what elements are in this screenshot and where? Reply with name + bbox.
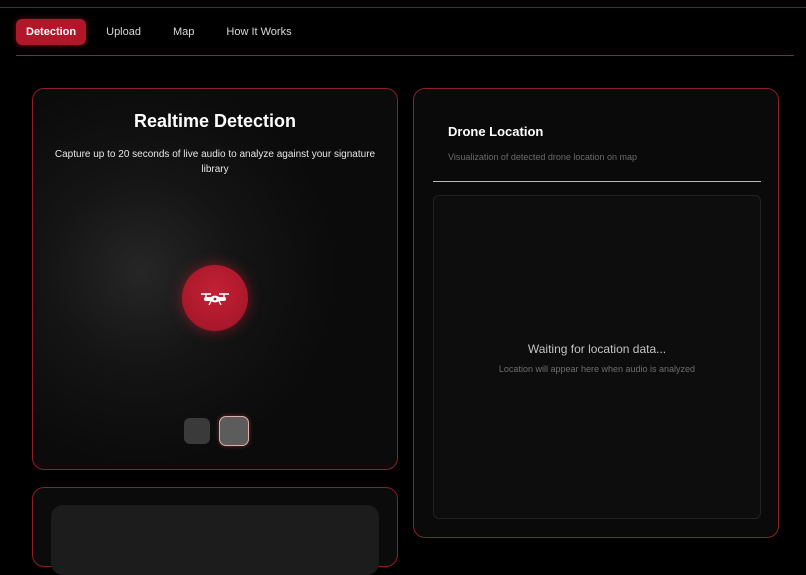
nav-divider	[16, 55, 794, 56]
map-hint-text: Location will appear here when audio is …	[498, 364, 696, 374]
map-divider	[433, 181, 761, 182]
stop-button[interactable]	[184, 418, 210, 444]
map-view[interactable]: Waiting for location data... Location wi…	[433, 195, 761, 519]
realtime-detection-card: Realtime Detection Capture up to 20 seco…	[32, 88, 398, 470]
nav-tab-map[interactable]: Map	[157, 19, 210, 45]
drone-icon	[201, 293, 229, 306]
map-subtitle: Visualization of detected drone location…	[448, 152, 637, 162]
detection-title: Realtime Detection	[133, 111, 297, 131]
nav-tab-detection[interactable]: Detection	[16, 19, 87, 45]
main-nav: Detection Upload Map How It Works	[16, 18, 308, 46]
results-card	[32, 487, 398, 575]
record-button[interactable]	[182, 265, 248, 331]
nav-tab-how-it-works[interactable]: How It Works	[210, 19, 307, 45]
play-button[interactable]	[219, 416, 249, 446]
nav-tab-upload[interactable]: Upload	[90, 19, 157, 45]
map-waiting-text: Waiting for location data...	[527, 342, 667, 356]
drone-location-card: Drone Location Visualization of detected…	[413, 88, 779, 538]
detection-subtitle: Capture up to 20 seconds of live audio t…	[54, 149, 376, 175]
results-placeholder	[51, 505, 379, 575]
top-accent-line	[0, 7, 806, 8]
map-title: Drone Location	[448, 124, 544, 139]
